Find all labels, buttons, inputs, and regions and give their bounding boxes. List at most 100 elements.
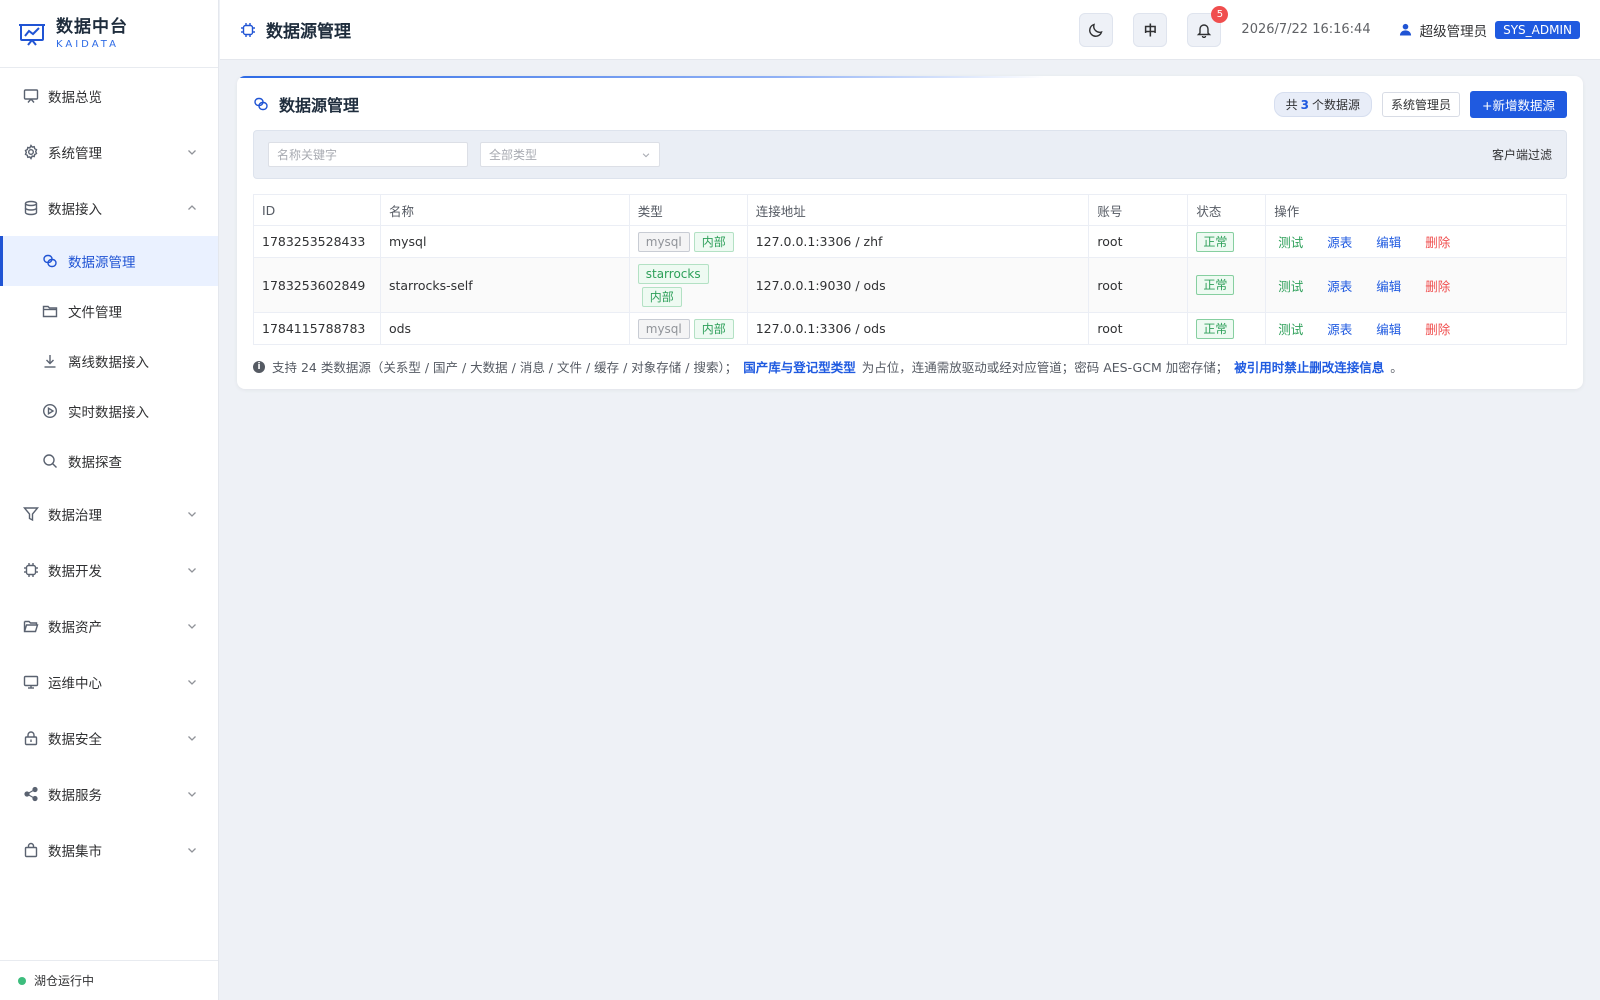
logo[interactable]: 数据中台 KAIDATA: [0, 0, 218, 68]
sidebar-item-services[interactable]: 数据服务: [0, 766, 218, 822]
source-tables-button[interactable]: 源表: [1327, 319, 1352, 338]
sidebar-item-label: 数据开发: [48, 564, 102, 580]
user-name: 超级管理员: [1419, 23, 1488, 40]
cell-account: root: [1088, 257, 1189, 313]
sidebar-item-develop[interactable]: 数据开发: [0, 542, 218, 598]
notifications-button[interactable]: 5: [1187, 5, 1229, 47]
test-button[interactable]: 测试: [1278, 319, 1303, 338]
lakehouse-status: 湖仓运行中: [0, 960, 218, 1000]
language-label: 中: [1143, 24, 1157, 39]
cell-id: 1783253528433: [253, 225, 381, 258]
edit-button[interactable]: 编辑: [1376, 232, 1401, 251]
column-header-account[interactable]: 账号: [1088, 194, 1189, 226]
column-header-name[interactable]: 名称: [379, 194, 630, 226]
sidebar-item-datasource[interactable]: 数据源管理: [0, 236, 218, 286]
bell-icon: [1197, 23, 1212, 38]
sidebar-item-security[interactable]: 数据安全: [0, 710, 218, 766]
sidebar-item-market[interactable]: 数据集市: [0, 822, 218, 878]
monitor-icon: [22, 87, 40, 105]
test-button[interactable]: 测试: [1278, 276, 1303, 295]
cell-name: starrocks-self: [379, 257, 630, 313]
card-header: 数据源管理 共 3 个数据源 系统管理员 +新增数据源: [237, 78, 1583, 130]
app-subtitle: KAIDATA: [56, 38, 119, 50]
add-datasource-button[interactable]: +新增数据源: [1470, 90, 1567, 118]
cell-id: 1784115788783: [253, 312, 381, 345]
chip-icon: [241, 22, 255, 37]
search-icon: [42, 452, 60, 470]
sidebar-item-overview[interactable]: 数据总览: [0, 68, 218, 124]
user-menu[interactable]: 超级管理员 SYS_ADMIN: [1399, 20, 1580, 40]
sidebar-item-assets[interactable]: 数据资产: [0, 598, 218, 654]
note-link-domestic-types[interactable]: 国产库与登记型类型: [743, 357, 856, 376]
column-header-id[interactable]: ID: [253, 194, 381, 226]
sidebar-item-governance[interactable]: 数据治理: [0, 486, 218, 542]
type-select[interactable]: 全部类型: [480, 142, 660, 167]
type-select-value: 全部类型: [489, 148, 538, 162]
sidebar-item-ingest[interactable]: 数据接入: [0, 180, 218, 236]
user-icon: [1399, 23, 1411, 36]
cell-actions: 测试 源表 编辑 删除: [1265, 257, 1567, 313]
keyword-search-input[interactable]: 名称关键字: [268, 142, 468, 167]
status-badge: 正常: [1196, 275, 1235, 295]
cell-actions: 测试 源表 编辑 删除: [1265, 312, 1567, 345]
edit-button[interactable]: 编辑: [1376, 319, 1401, 338]
sidebar-item-realtime-ingest[interactable]: 实时数据接入: [0, 386, 218, 436]
chevron-down-icon: [188, 680, 196, 685]
source-tables-button[interactable]: 源表: [1327, 276, 1352, 295]
page-title: 数据源管理: [266, 22, 351, 42]
sidebar-item-offline-ingest[interactable]: 离线数据接入: [0, 336, 218, 386]
cell-address: 127.0.0.1:3306 / ods: [746, 312, 1090, 345]
sidebar-item-system[interactable]: 系统管理: [0, 124, 218, 180]
cell-id: 1783253602849: [253, 257, 381, 313]
role-button[interactable]: 系统管理员: [1382, 91, 1461, 117]
table-row[interactable]: 1784115788783 ods mysql 内部 127.0.0.1:330…: [253, 312, 1567, 345]
sidebar-item-label: 数据安全: [48, 732, 102, 748]
sidebar-item-ops[interactable]: 运维中心: [0, 654, 218, 710]
top-header: 数据源管理 中 5 2026/7/22 16:16:44 超级管理员 SYS_A…: [220, 0, 1600, 60]
table-row[interactable]: 1783253602849 starrocks-self starrocks 内…: [253, 257, 1567, 313]
notification-badge: 5: [1211, 5, 1229, 23]
chevron-down-icon: [188, 848, 196, 853]
edit-button[interactable]: 编辑: [1376, 276, 1401, 295]
info-note: i 支持 24 类数据源（关系型 / 国产 / 大数据 / 消息 / 文件 / …: [253, 357, 1567, 376]
delete-button[interactable]: 删除: [1425, 232, 1450, 251]
sidebar-item-files[interactable]: 文件管理: [0, 286, 218, 336]
chevron-down-icon: [188, 736, 196, 741]
cell-name: mysql: [379, 225, 630, 258]
sidebar-item-label: 运维中心: [48, 676, 102, 692]
column-header-address[interactable]: 连接地址: [746, 194, 1090, 226]
status-badge: 正常: [1196, 318, 1235, 339]
share-icon: [22, 785, 40, 803]
note-text-2: 为占位，连通需放驱动或经对应管道；密码 AES-GCM 加密存储；: [861, 360, 1229, 375]
desktop-icon: [22, 673, 40, 691]
cell-status: 正常: [1187, 225, 1267, 258]
cell-status: 正常: [1187, 312, 1267, 345]
delete-button[interactable]: 删除: [1425, 319, 1450, 338]
chip-icon: [22, 561, 40, 579]
cell-address: 127.0.0.1:3306 / zhf: [746, 225, 1090, 258]
note-link-referenced-lock[interactable]: 被引用时禁止删改连接信息: [1234, 357, 1384, 376]
card-title: 数据源管理: [279, 96, 360, 115]
source-tables-button[interactable]: 源表: [1327, 232, 1352, 251]
type-tag: mysql: [637, 318, 690, 339]
chevron-up-icon: [188, 205, 196, 210]
column-header-status[interactable]: 状态: [1187, 194, 1267, 226]
sidebar-item-label: 系统管理: [48, 146, 102, 162]
cell-actions: 测试 源表 编辑 删除: [1265, 225, 1567, 258]
sidebar-item-label: 文件管理: [68, 305, 122, 321]
cell-status: 正常: [1187, 257, 1267, 313]
language-toggle-button[interactable]: 中: [1133, 12, 1168, 47]
theme-toggle-button[interactable]: [1079, 12, 1114, 47]
test-button[interactable]: 测试: [1278, 232, 1303, 251]
table-row[interactable]: 1783253528433 mysql mysql 内部 127.0.0.1:3…: [253, 225, 1567, 258]
cell-account: root: [1088, 225, 1189, 258]
sidebar-item-label: 数据集市: [48, 844, 102, 860]
sidebar-item-explore[interactable]: 数据探查: [0, 436, 218, 486]
column-header-type[interactable]: 类型: [628, 194, 748, 226]
sidebar-item-label: 数据总览: [48, 90, 102, 106]
filter-icon: [22, 505, 40, 523]
play-circle-icon: [42, 402, 60, 420]
database-icon: [22, 199, 40, 217]
chevron-down-icon: [188, 568, 196, 573]
delete-button[interactable]: 删除: [1425, 276, 1450, 295]
